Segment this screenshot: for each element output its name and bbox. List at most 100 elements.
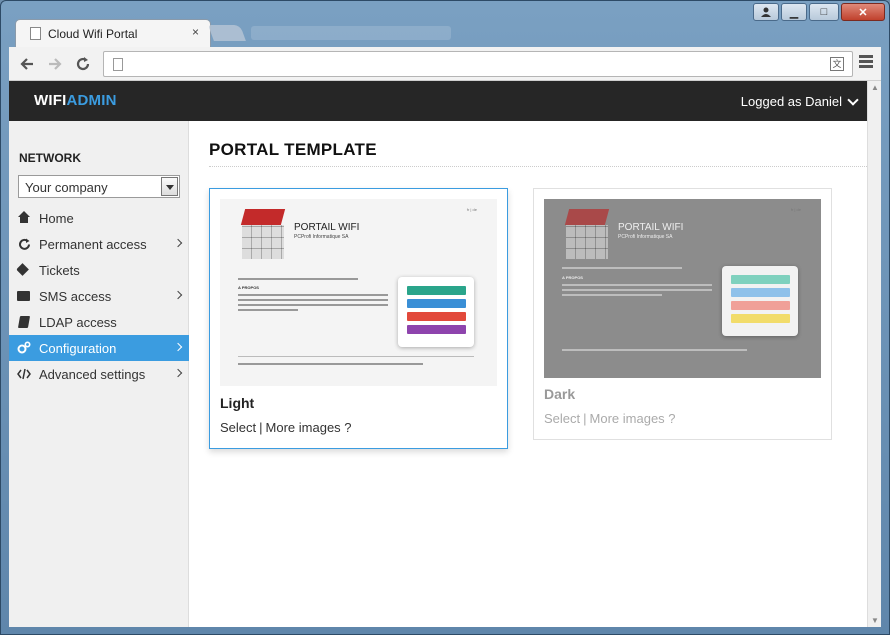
select-link[interactable]: Select <box>220 420 256 435</box>
sidebar-item-home[interactable]: Home <box>9 205 189 231</box>
cube-logo <box>238 209 288 261</box>
preview-text-line <box>562 294 662 296</box>
translate-icon[interactable]: 文 <box>830 57 844 71</box>
sidebar-item-label: Advanced settings <box>39 366 146 382</box>
preview-login-box <box>722 266 798 336</box>
book-icon <box>17 315 31 329</box>
template-preview-light[interactable]: PORTAIL WIFI PCProfi Informatique SA fr … <box>220 199 497 386</box>
separator: | <box>583 411 587 426</box>
user-menu-label: Logged as Daniel <box>740 94 842 109</box>
sidebar-item-label: SMS access <box>39 288 112 304</box>
chevron-right-icon <box>173 290 183 300</box>
sidebar-item-label: Tickets <box>39 262 80 278</box>
brand-admin: ADMIN <box>66 92 117 109</box>
sidebar: NETWORK Your company Home Permanent acce… <box>9 121 189 627</box>
sidebar-item-label: Configuration <box>39 340 117 356</box>
template-actions: Select | More images ? <box>544 411 676 426</box>
tab-title: Cloud Wifi Portal <box>48 27 138 41</box>
app-header: WIFIADMIN Logged as Daniel <box>9 81 867 121</box>
scroll-down-arrow-icon[interactable]: ▼ <box>871 616 879 625</box>
preview-text-line <box>562 289 712 291</box>
sidebar-item-advanced-settings[interactable]: Advanced settings <box>9 361 189 387</box>
close-window-button[interactable]: ✕ <box>841 3 885 21</box>
preview-text-line <box>238 278 358 280</box>
address-bar[interactable]: 文 <box>103 51 853 77</box>
scroll-up-arrow-icon[interactable]: ▲ <box>871 83 879 92</box>
preview-login-box <box>398 277 474 347</box>
template-actions: Select | More images ? <box>220 420 352 435</box>
preview-button-1 <box>407 286 466 295</box>
template-name: Light <box>220 395 255 411</box>
browser-toolbar: 文 <box>9 47 881 81</box>
select-link[interactable]: Select <box>544 411 580 426</box>
more-images-link[interactable]: More images ? <box>266 420 352 435</box>
sidebar-item-configuration[interactable]: Configuration <box>9 335 189 361</box>
preview-subtitle: PCProfi Informatique SA <box>618 234 673 240</box>
separator: | <box>259 420 263 435</box>
template-name: Dark <box>544 386 576 402</box>
template-preview-dark[interactable]: PORTAIL WIFI PCProfi Informatique SA fr … <box>544 199 821 378</box>
vertical-scrollbar[interactable]: ▲ ▼ <box>867 81 881 627</box>
preview-title: PORTAIL WIFI <box>618 222 684 233</box>
preview-section-heading: A PROPOS <box>562 275 583 280</box>
more-images-link[interactable]: More images ? <box>590 411 676 426</box>
page-title: PORTAL TEMPLATE <box>209 140 377 159</box>
preview-text-line <box>238 299 388 301</box>
preview-divider <box>238 356 474 357</box>
back-arrow-icon[interactable] <box>15 52 39 76</box>
company-select[interactable]: Your company <box>18 175 180 198</box>
blurred-taskbar-area <box>251 26 451 40</box>
user-profile-icon[interactable] <box>753 3 779 21</box>
sidebar-item-label: Permanent access <box>39 236 147 252</box>
main-content: PORTAL TEMPLATE PORTAIL WIFI PCProfi Inf… <box>190 121 867 627</box>
sidebar-item-tickets[interactable]: Tickets <box>9 257 189 283</box>
sidebar-heading: NETWORK <box>19 151 81 165</box>
template-card-dark[interactable]: PORTAIL WIFI PCProfi Informatique SA fr … <box>533 188 832 440</box>
preview-language-switch: fr | de <box>790 207 801 212</box>
browser-tab[interactable]: Cloud Wifi Portal × <box>15 19 211 47</box>
forward-arrow-icon[interactable] <box>43 52 67 76</box>
preview-button-4 <box>731 314 790 323</box>
preview-text-line <box>562 349 747 351</box>
preview-button-3 <box>731 301 790 310</box>
brand-wifi: WIFI <box>34 92 67 109</box>
sidebar-item-sms-access[interactable]: SMS access <box>9 283 189 309</box>
code-icon <box>17 367 31 381</box>
chevron-right-icon <box>173 238 183 248</box>
sidebar-item-permanent-access[interactable]: Permanent access <box>9 231 189 257</box>
minimize-button[interactable]: ▁ <box>781 3 807 21</box>
sidebar-item-label: Home <box>39 210 74 226</box>
sidebar-item-label: LDAP access <box>39 314 117 330</box>
sidebar-nav: Home Permanent access Tickets SMS access <box>9 205 189 387</box>
preview-text-line <box>238 294 388 296</box>
chevron-down-icon <box>847 93 859 106</box>
dropdown-arrow-icon[interactable] <box>161 177 178 196</box>
tab-close-icon[interactable]: × <box>192 25 199 39</box>
maximize-button[interactable]: □ <box>809 3 839 21</box>
brand-logo[interactable]: WIFIADMIN <box>34 92 117 109</box>
home-icon <box>17 211 31 225</box>
page-icon <box>113 58 123 71</box>
sidebar-item-ldap-access[interactable]: LDAP access <box>9 309 189 335</box>
tab-strip: Cloud Wifi Portal × ▁ □ ✕ <box>1 1 889 47</box>
tag-icon <box>17 263 31 277</box>
refresh-icon <box>17 237 31 251</box>
browser-window: Cloud Wifi Portal × ▁ □ ✕ 文 WIFIADMIN Lo… <box>0 0 890 635</box>
cube-logo <box>562 209 612 261</box>
preview-title: PORTAIL WIFI <box>294 222 360 233</box>
new-tab-button[interactable] <box>208 25 246 41</box>
reload-icon[interactable] <box>71 52 95 76</box>
preview-button-3 <box>407 312 466 321</box>
preview-button-4 <box>407 325 466 334</box>
company-select-value: Your company <box>25 180 108 195</box>
chevron-right-icon <box>173 342 183 352</box>
envelope-icon <box>17 289 31 303</box>
hamburger-menu-icon[interactable] <box>859 55 873 70</box>
preview-subtitle: PCProfi Informatique SA <box>294 234 349 240</box>
window-controls: ▁ □ ✕ <box>753 3 885 21</box>
page-viewport: WIFIADMIN Logged as Daniel NETWORK Your … <box>9 81 867 627</box>
user-menu[interactable]: Logged as Daniel <box>740 93 859 109</box>
template-card-light[interactable]: PORTAIL WIFI PCProfi Informatique SA fr … <box>209 188 508 449</box>
cogs-icon <box>17 341 31 355</box>
chevron-right-icon <box>173 368 183 378</box>
